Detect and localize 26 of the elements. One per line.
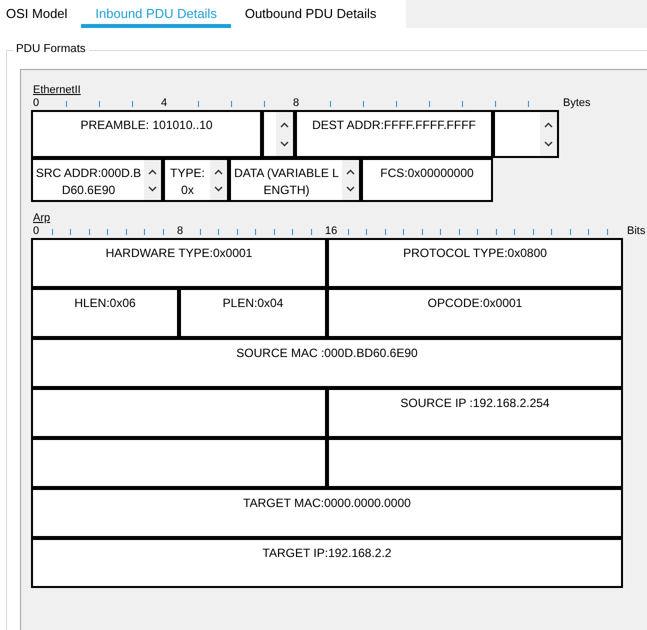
field-cell: PREAMBLE: 101010..10: [31, 110, 262, 158]
field-cell: PLEN:0x04: [179, 288, 327, 338]
section-title: EthernetII: [33, 84, 81, 96]
unit-label: Bits: [627, 225, 646, 237]
field-cell: SOURCE MAC :000D.BD60.6E90: [31, 338, 623, 388]
ruler-label: 0: [33, 97, 40, 109]
scrollable-field: TYPE:0x: [163, 158, 229, 202]
field-cell: HARDWARE TYPE:0x0001: [31, 238, 327, 288]
field-cell: OPCODE:0x0001: [327, 288, 623, 338]
unit-label: Bytes: [563, 97, 591, 109]
ruler-label: 8: [293, 97, 300, 109]
field-cell: HLEN:0x06: [31, 288, 179, 338]
scrollable-field: DATA (VARIABLE LENGTH): [229, 158, 361, 202]
ruler-label: 0: [33, 225, 40, 237]
section-title: Arp: [33, 212, 50, 224]
scrollable-field: SRC ADDR:000D.BD60.6E90: [31, 158, 163, 202]
field-cell: FCS:0x00000000: [361, 158, 493, 202]
ruler-label: 8: [177, 225, 184, 237]
field-cell: TARGET MAC:0000.0000.0000: [31, 488, 623, 538]
field-cell: DEST ADDR:FFFF.FFFF.FFFF: [295, 110, 493, 158]
field-cell: SOURCE IP :192.168.2.254: [327, 388, 623, 438]
field-cell: TARGET IP:192.168.2.2: [31, 538, 623, 588]
field-cell: PROTOCOL TYPE:0x0800: [327, 238, 623, 288]
group-title: PDU Formats: [13, 43, 89, 55]
ruler-label: 4: [161, 97, 168, 109]
ruler-label: 16: [325, 225, 338, 237]
